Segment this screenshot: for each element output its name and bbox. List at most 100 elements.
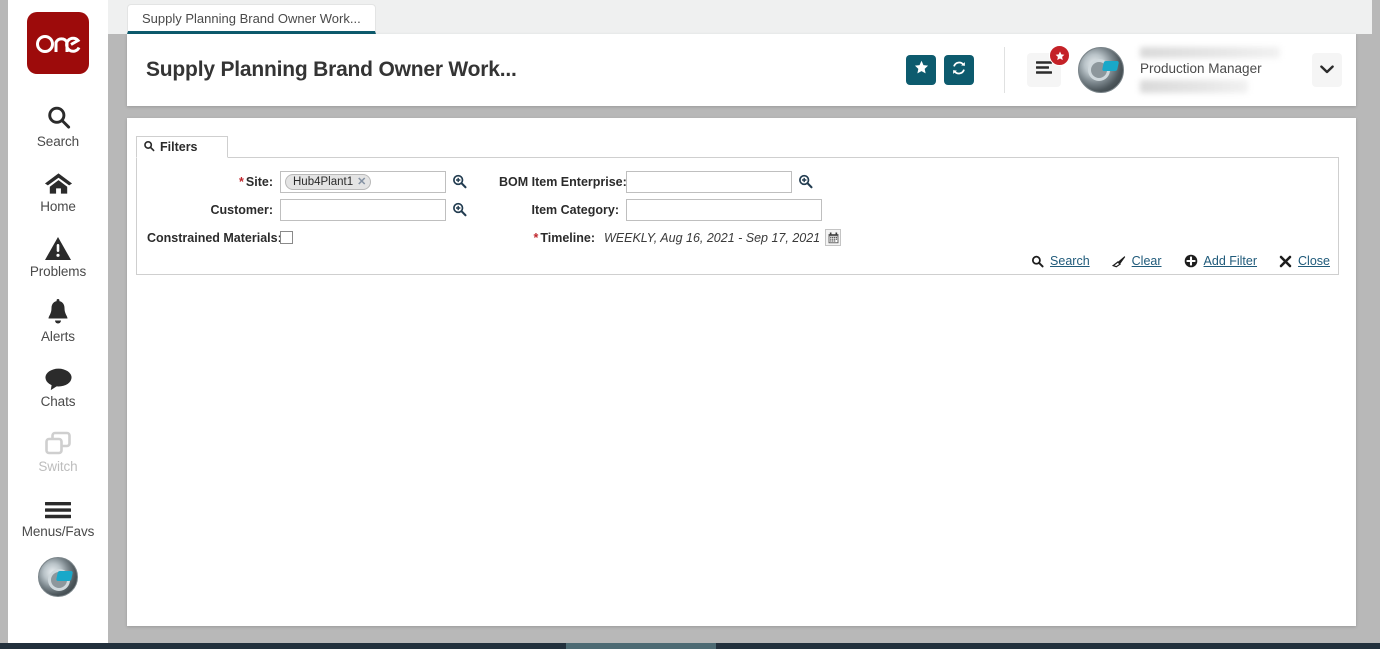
item-category-label: Item Category: bbox=[531, 202, 619, 217]
one-logo[interactable] bbox=[27, 12, 89, 74]
filter-row-1: * Site: Hub4Plant1 ✕ BOM Item Enterprise… bbox=[147, 168, 1328, 195]
user-org-redacted bbox=[1140, 80, 1248, 93]
chevron-down-icon bbox=[1320, 61, 1334, 79]
user-role-label: Production Manager bbox=[1140, 61, 1262, 76]
main-content-area: Supply Planning Brand Owner Work... Supp… bbox=[108, 0, 1372, 643]
filter-row-3: Constrained Materials: * Timeline: WEEKLY… bbox=[147, 224, 1328, 251]
filter-timeline: * Timeline: WEEKLY, Aug 16, 2021 - Sep 17… bbox=[475, 229, 842, 246]
document-tab[interactable]: Supply Planning Brand Owner Work... bbox=[127, 4, 376, 34]
bottom-status-bar bbox=[0, 643, 1380, 649]
customer-label: Customer: bbox=[210, 202, 273, 217]
page-body-card: Filters * Site: Hub4Plant1 ✕ BOM Item En… bbox=[127, 118, 1356, 626]
site-label: * Site: bbox=[239, 174, 273, 189]
bell-icon bbox=[45, 296, 71, 326]
filters-search-label: Search bbox=[1050, 254, 1090, 268]
close-x-icon[interactable]: ✕ bbox=[357, 175, 366, 188]
required-marker: * bbox=[239, 174, 244, 189]
search-icon bbox=[1031, 255, 1044, 268]
site-chip-label: Hub4Plant1 bbox=[293, 175, 354, 188]
page-title: Supply Planning Brand Owner Work... bbox=[146, 58, 517, 81]
filter-bom-item-enterprise: BOM Item Enterprise: bbox=[499, 170, 813, 193]
user-info-block[interactable]: Production Manager bbox=[1132, 42, 1310, 98]
sidebar-item-switch[interactable]: Switch bbox=[8, 417, 108, 482]
filters-panel: Filters * Site: Hub4Plant1 ✕ BOM Item En… bbox=[136, 136, 1339, 275]
filter-item-category: Item Category: bbox=[499, 198, 822, 221]
header-avatar[interactable] bbox=[1078, 47, 1124, 93]
refresh-icon bbox=[951, 60, 967, 81]
bottom-bar-segment bbox=[566, 643, 716, 649]
sidebar-item-chats[interactable]: Chats bbox=[8, 352, 108, 417]
header-divider bbox=[1004, 47, 1005, 93]
timeline-label: * Timeline: bbox=[533, 230, 595, 245]
header-menu-button[interactable] bbox=[1027, 45, 1070, 87]
magnifier-plus-icon[interactable] bbox=[452, 174, 467, 189]
sidebar-item-label: Alerts bbox=[41, 329, 75, 344]
filter-constrained-materials: Constrained Materials: bbox=[147, 231, 293, 245]
chat-bubble-icon bbox=[44, 361, 73, 391]
item-category-input[interactable] bbox=[626, 198, 822, 221]
sidebar-item-alerts[interactable]: Alerts bbox=[8, 287, 108, 352]
filters-tab[interactable]: Filters bbox=[136, 136, 228, 158]
filters-body: * Site: Hub4Plant1 ✕ BOM Item Enterprise… bbox=[136, 157, 1339, 275]
close-x-icon bbox=[1279, 255, 1292, 268]
filter-row-2: Customer: Item Category: bbox=[147, 196, 1328, 223]
star-icon bbox=[914, 60, 929, 80]
sidebar-item-home[interactable]: Home bbox=[8, 157, 108, 222]
bom-item-enterprise-label: BOM Item Enterprise: bbox=[499, 174, 627, 189]
filter-site: * Site: Hub4Plant1 ✕ bbox=[147, 170, 467, 193]
sidebar-avatar[interactable] bbox=[38, 557, 78, 597]
star-badge-icon bbox=[1049, 45, 1070, 66]
list-menu-icon bbox=[1035, 60, 1053, 80]
document-tab-label: Supply Planning Brand Owner Work... bbox=[142, 10, 361, 26]
magnifier-plus-icon[interactable] bbox=[452, 202, 467, 217]
filters-tab-label: Filters bbox=[160, 140, 198, 154]
sidebar-item-problems[interactable]: Problems bbox=[8, 222, 108, 287]
constrained-materials-checkbox[interactable] bbox=[280, 231, 293, 244]
favorite-button[interactable] bbox=[906, 55, 936, 85]
refresh-button[interactable] bbox=[944, 55, 974, 85]
sidebar-item-label: Home bbox=[40, 199, 76, 214]
customer-input[interactable] bbox=[280, 198, 446, 221]
filters-close-action[interactable]: Close bbox=[1279, 254, 1330, 268]
document-tab-strip: Supply Planning Brand Owner Work... bbox=[108, 0, 1372, 34]
filters-add-filter-label: Add Filter bbox=[1203, 254, 1258, 268]
filters-clear-label: Clear bbox=[1131, 254, 1162, 268]
app-window: Search Home Problems Alerts Chats Switch… bbox=[0, 0, 1380, 649]
header-actions: Production Manager bbox=[898, 34, 1356, 106]
left-nav-rail: Search Home Problems Alerts Chats Switch… bbox=[8, 0, 108, 643]
warning-triangle-icon bbox=[44, 231, 72, 261]
filters-add-filter-action[interactable]: Add Filter bbox=[1184, 254, 1258, 268]
site-chip: Hub4Plant1 ✕ bbox=[285, 173, 372, 190]
search-icon bbox=[45, 101, 72, 131]
user-avatar-icon bbox=[38, 557, 78, 597]
filter-customer: Customer: bbox=[147, 198, 467, 221]
filters-clear-action[interactable]: Clear bbox=[1111, 254, 1162, 268]
user-avatar-icon bbox=[1078, 47, 1124, 93]
home-icon bbox=[44, 166, 73, 196]
required-marker: * bbox=[533, 230, 539, 245]
site-input[interactable]: Hub4Plant1 ✕ bbox=[280, 170, 446, 193]
sidebar-item-label: Switch bbox=[38, 459, 78, 474]
magnifier-plus-icon[interactable] bbox=[798, 174, 813, 189]
user-name-redacted bbox=[1140, 47, 1280, 58]
plus-circle-icon bbox=[1184, 254, 1198, 268]
calendar-icon[interactable] bbox=[825, 229, 842, 246]
filter-actions: Search Clear Add Filter Close bbox=[1031, 254, 1330, 268]
bom-item-enterprise-input[interactable] bbox=[626, 170, 792, 193]
eraser-icon bbox=[1111, 255, 1126, 268]
page-header-card: Supply Planning Brand Owner Work... Prod… bbox=[127, 34, 1356, 106]
sidebar-item-label: Menus/Favs bbox=[21, 524, 95, 539]
user-menu-button[interactable] bbox=[1312, 53, 1342, 87]
constrained-materials-label: Constrained Materials: bbox=[147, 230, 282, 245]
sidebar-item-label: Problems bbox=[29, 264, 87, 279]
filters-close-label: Close bbox=[1298, 254, 1330, 268]
sidebar-item-label: Search bbox=[36, 134, 80, 149]
search-icon bbox=[143, 140, 155, 155]
timeline-value[interactable]: WEEKLY, Aug 16, 2021 - Sep 17, 2021 bbox=[604, 231, 820, 245]
sidebar-item-menus-favs[interactable]: Menus/Favs bbox=[8, 482, 108, 547]
switch-windows-icon bbox=[44, 426, 72, 456]
sidebar-item-search[interactable]: Search bbox=[8, 92, 108, 157]
filters-search-action[interactable]: Search bbox=[1031, 254, 1090, 268]
sidebar-item-label: Chats bbox=[40, 394, 76, 409]
hamburger-icon bbox=[43, 491, 73, 521]
